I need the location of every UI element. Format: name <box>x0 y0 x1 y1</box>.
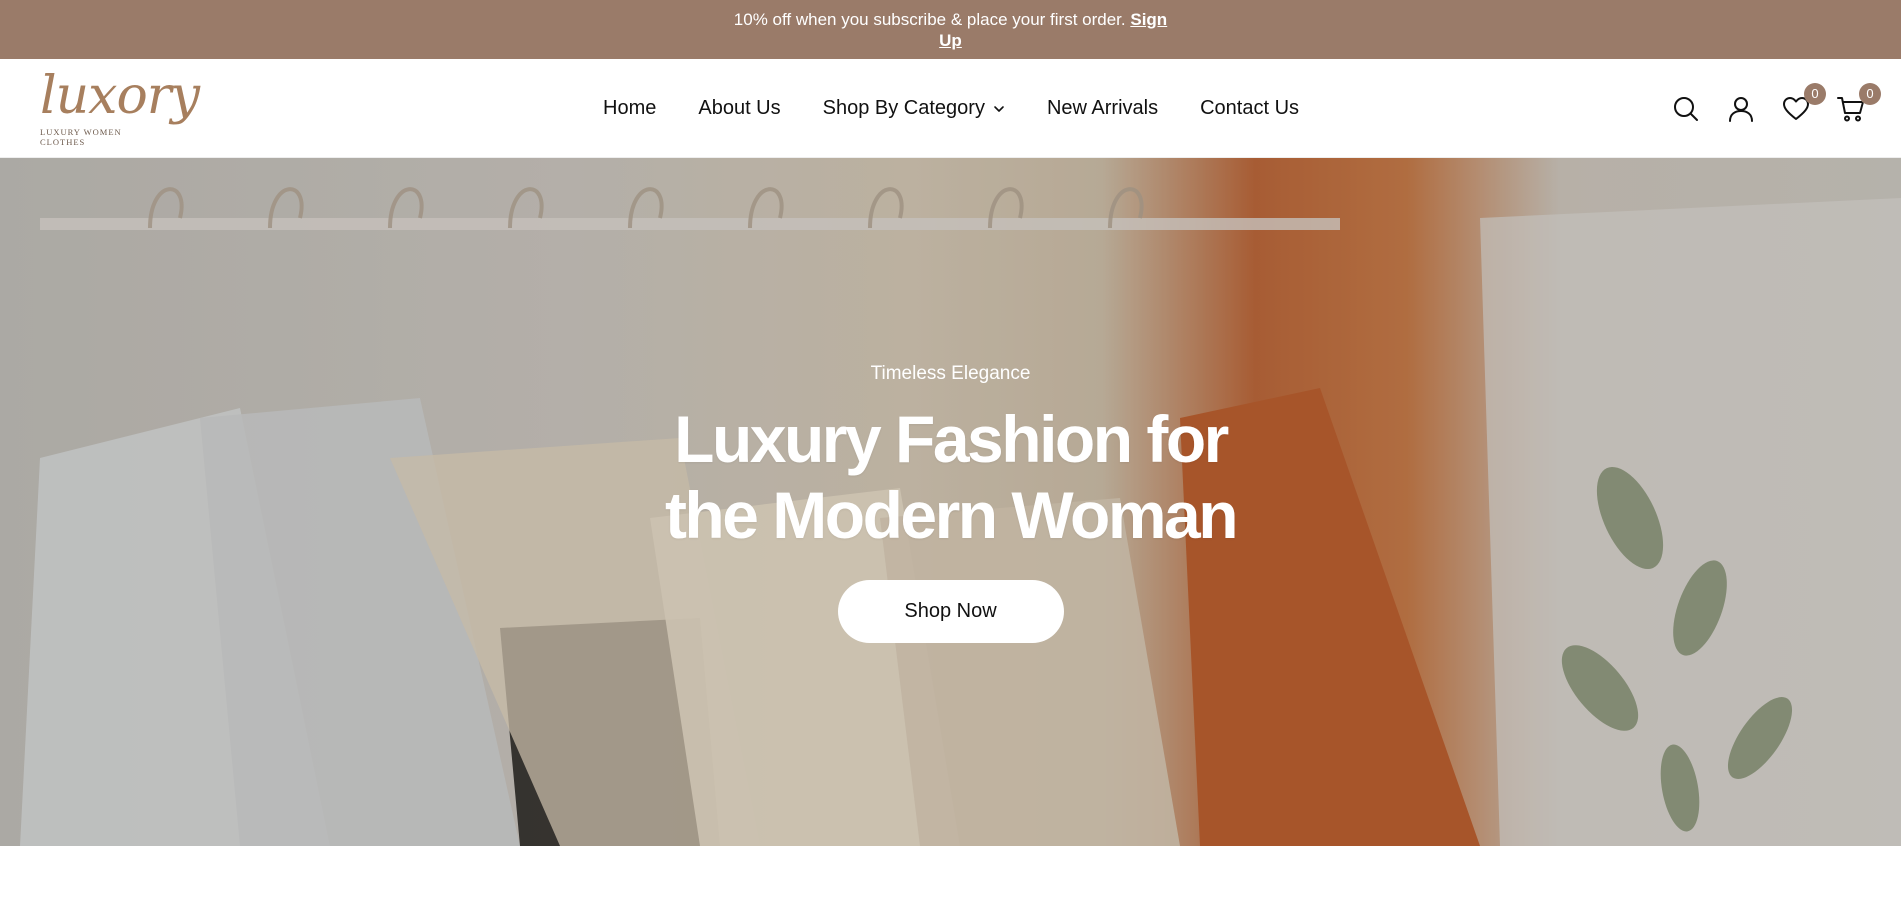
search-button[interactable] <box>1672 95 1700 123</box>
hero-title-line2: the Modern Woman <box>664 478 1239 552</box>
nav-item-label: Contact Us <box>1200 97 1300 119</box>
nav-item-label: New Arrivals <box>1046 97 1159 119</box>
announcement-text: 10% off when you subscribe & place your … <box>731 9 1171 51</box>
hero-eyebrow: Timeless Elegance <box>870 363 1031 384</box>
cart-count-badge: 0 <box>1859 82 1881 105</box>
nav-item-label: Home <box>603 97 657 119</box>
hero-title-line1: Luxury Fashion for <box>674 402 1229 476</box>
nav-item-label: Shop By Category <box>822 97 985 119</box>
header-actions: 0 0 <box>1672 59 1881 158</box>
shop-now-button[interactable]: Shop Now <box>837 580 1064 643</box>
nav-item-new-arrivals[interactable]: New Arrivals <box>1026 97 1179 120</box>
cart-button[interactable]: 0 <box>1837 82 1881 123</box>
next-section <box>0 846 1901 900</box>
nav-item-label: About Us <box>698 97 781 119</box>
account-button[interactable] <box>1727 95 1755 123</box>
site-header: luxory LUXURY WOMEN CLOTHES Home About U… <box>0 59 1901 158</box>
nav-item-shop-by-category[interactable]: Shop By Category <box>802 97 1026 120</box>
wishlist-button[interactable]: 0 <box>1782 82 1826 123</box>
chevron-down-icon <box>994 105 1004 112</box>
site-logo[interactable]: luxory LUXURY WOMEN CLOTHES <box>40 65 200 153</box>
main-nav: Home About Us Shop By Category New Arriv… <box>582 59 1320 158</box>
nav-item-home[interactable]: Home <box>582 97 677 120</box>
hero-banner: Timeless Elegance Luxury Fashion for the… <box>0 158 1901 846</box>
logo-wordmark: luxory <box>40 66 200 126</box>
logo-tagline: LUXURY WOMEN CLOTHES <box>40 127 122 147</box>
search-icon <box>1674 96 1698 121</box>
announcement-bar: 10% off when you subscribe & place your … <box>0 0 1901 59</box>
announcement-message: 10% off when you subscribe & place your … <box>733 9 1126 29</box>
wishlist-count-badge: 0 <box>1804 82 1826 105</box>
nav-item-contact-us[interactable]: Contact Us <box>1179 97 1320 120</box>
hero-title: Luxury Fashion for the Modern Woman <box>631 401 1271 553</box>
nav-item-about-us[interactable]: About Us <box>677 97 801 120</box>
user-icon <box>1729 96 1753 122</box>
hero-content: Timeless Elegance Luxury Fashion for the… <box>0 158 1901 846</box>
